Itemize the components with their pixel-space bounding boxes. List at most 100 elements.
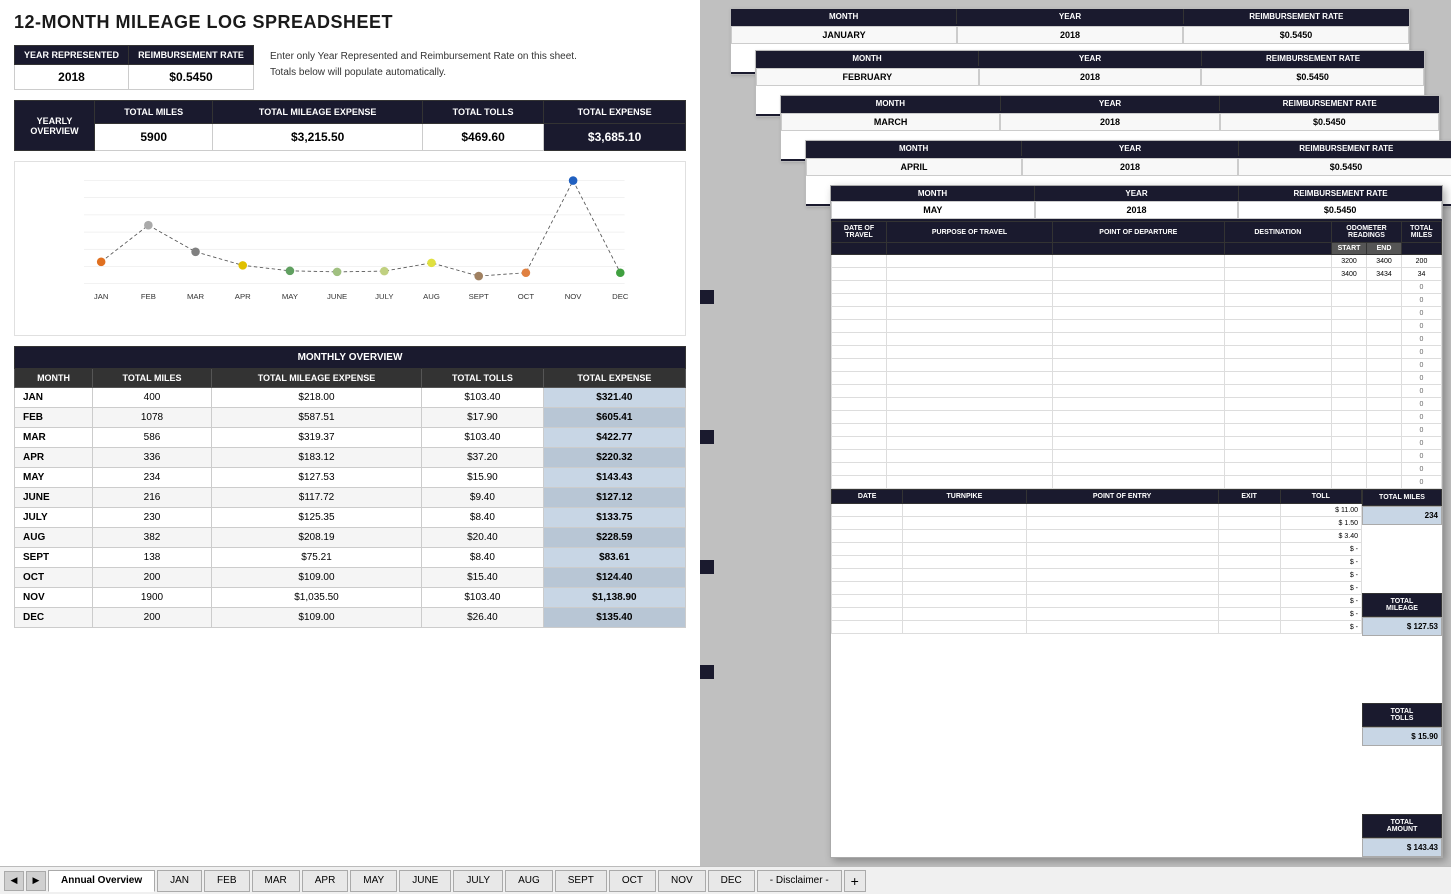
table-row: MAR 586 $319.37 $103.40 $422.77 — [15, 428, 686, 448]
rate-value[interactable]: $0.5450 — [128, 65, 253, 90]
total-miles-value: 5900 — [95, 124, 213, 151]
travel-row: 0 — [832, 307, 1442, 320]
travel-row: 3400 3434 34 — [832, 268, 1442, 281]
may-year-value: 2018 — [1035, 201, 1239, 219]
total-mileage-summary-label: TOTALMILEAGE — [1362, 593, 1442, 617]
travel-row: 0 — [832, 372, 1442, 385]
chart-point-apr — [238, 261, 247, 270]
toll-row: $ - — [832, 621, 1362, 634]
col-purpose: PURPOSE OF TRAVEL — [887, 222, 1053, 243]
chart-point-dec — [616, 268, 625, 277]
chart-area: JAN FEB MAR APR MAY JUNE JULY AUG SEPT O… — [14, 161, 686, 336]
tab-bar: ◀ ▶ Annual Overview JAN FEB MAR APR MAY … — [0, 866, 1451, 894]
may-header: MONTH YEAR REIMBURSEMENT RATE — [831, 186, 1442, 201]
travel-row: 0 — [832, 450, 1442, 463]
yearly-overview-table: YEARLYOVERVIEW TOTAL MILES TOTAL MILEAGE… — [14, 100, 686, 151]
yearly-overview-label: YEARLYOVERVIEW — [15, 101, 95, 151]
tab-add-button[interactable]: + — [844, 870, 866, 892]
col-month: MONTH — [15, 369, 93, 388]
table-row: JAN 400 $218.00 $103.40 $321.40 — [15, 388, 686, 408]
tab-nov[interactable]: NOV — [658, 870, 706, 892]
chart-point-sep — [474, 272, 483, 281]
tab-disclaimer[interactable]: - Disclaimer - — [757, 870, 842, 892]
may-month-label: MONTH — [831, 186, 1035, 201]
col-entry: POINT OF ENTRY — [1026, 490, 1218, 504]
chart-point-jun — [333, 268, 342, 277]
chart-point-jan — [97, 258, 106, 267]
tab-july[interactable]: JULY — [453, 870, 503, 892]
col-start: START — [1332, 243, 1367, 255]
travel-row: 0 — [832, 281, 1442, 294]
total-amount-summary-label: TOTALAMOUNT — [1362, 814, 1442, 838]
travel-row: 0 — [832, 398, 1442, 411]
chart-point-jul — [380, 267, 389, 276]
app-container: 12-MONTH MILEAGE LOG SPREADSHEET YEAR RE… — [0, 0, 1451, 894]
tab-aug[interactable]: AUG — [505, 870, 553, 892]
may-sheet: MONTH YEAR REIMBURSEMENT RATE MAY 2018 $… — [830, 185, 1443, 858]
total-tolls-value: $469.60 — [422, 124, 543, 151]
col-departure: POINT OF DEPARTURE — [1053, 222, 1225, 243]
table-row: APR 336 $183.12 $37.20 $220.32 — [15, 448, 686, 468]
tab-apr[interactable]: APR — [302, 870, 349, 892]
col-toll-amount: TOLL — [1280, 490, 1361, 504]
chart-label-sep: SEPT — [469, 292, 489, 301]
travel-row: 0 — [832, 333, 1442, 346]
col-exit: EXIT — [1218, 490, 1280, 504]
toll-row: $ - — [832, 556, 1362, 569]
toll-row: $ 11.00 — [832, 504, 1362, 517]
tab-feb[interactable]: FEB — [204, 870, 249, 892]
total-mileage-summary-value: $ 127.53 — [1362, 617, 1442, 636]
travel-row: 0 — [832, 385, 1442, 398]
chart-point-aug — [427, 259, 436, 268]
table-row: JUNE 216 $117.72 $9.40 $127.12 — [15, 488, 686, 508]
tab-mar[interactable]: MAR — [252, 870, 300, 892]
travel-row: 0 — [832, 294, 1442, 307]
table-row: SEPT 138 $75.21 $8.40 $83.61 — [15, 548, 686, 568]
scroll-indicator-3 — [700, 560, 714, 574]
table-row: DEC 200 $109.00 $26.40 $135.40 — [15, 608, 686, 628]
bottom-section: DATE TURNPIKE POINT OF ENTRY EXIT TOLL $… — [831, 489, 1442, 857]
chart-label-aug: AUG — [423, 292, 440, 301]
year-value[interactable]: 2018 — [15, 65, 129, 90]
tab-dec[interactable]: DEC — [708, 870, 755, 892]
scroll-indicator-1 — [700, 290, 714, 304]
toll-row: $ - — [832, 582, 1362, 595]
chart-point-may — [286, 267, 295, 276]
travel-row: 0 — [832, 437, 1442, 450]
may-rate-value: $0.5450 — [1238, 201, 1442, 219]
chart-label-may: MAY — [282, 292, 298, 301]
tab-sept[interactable]: SEPT — [555, 870, 607, 892]
travel-row: 0 — [832, 463, 1442, 476]
total-expense-value: $3,685.10 — [544, 124, 686, 151]
info-section: YEAR REPRESENTED REIMBURSEMENT RATE 2018… — [14, 45, 686, 90]
chart-label-feb: FEB — [141, 292, 156, 301]
total-miles-summary-label: TOTAL MILES — [1362, 489, 1442, 506]
chart-label-jan: JAN — [94, 292, 109, 301]
chart-label-jul: JULY — [375, 292, 393, 301]
year-rate-table: YEAR REPRESENTED REIMBURSEMENT RATE 2018… — [14, 45, 254, 90]
instructions: Enter only Year Represented and Reimburs… — [266, 45, 581, 90]
toll-row: $ - — [832, 543, 1362, 556]
tab-may[interactable]: MAY — [350, 870, 397, 892]
may-rate-label: REIMBURSEMENT RATE — [1239, 186, 1442, 201]
travel-row: 0 — [832, 359, 1442, 372]
may-month-value: MAY — [831, 201, 1035, 219]
year-represented-header: YEAR REPRESENTED — [15, 46, 129, 65]
total-tolls-summary-label: TOTALTOLLS — [1362, 703, 1442, 727]
tab-next-arrow[interactable]: ▶ — [26, 871, 46, 891]
total-amount-summary-value: $ 143.43 — [1362, 838, 1442, 857]
chart-svg: JAN FEB MAR APR MAY JUNE JULY AUG SEPT O… — [25, 172, 675, 305]
tab-prev-arrow[interactable]: ◀ — [4, 871, 24, 891]
travel-row: 0 — [832, 476, 1442, 489]
table-row: JULY 230 $125.35 $8.40 $133.75 — [15, 508, 686, 528]
toll-row: $ - — [832, 569, 1362, 582]
col-turnpike: TURNPIKE — [903, 490, 1026, 504]
tab-jan[interactable]: JAN — [157, 870, 202, 892]
toll-section: DATE TURNPIKE POINT OF ENTRY EXIT TOLL $… — [831, 489, 1362, 857]
chart-label-dec: DEC — [612, 292, 629, 301]
travel-row: 0 — [832, 411, 1442, 424]
tab-annual-overview[interactable]: Annual Overview — [48, 870, 155, 892]
table-row: OCT 200 $109.00 $15.40 $124.40 — [15, 568, 686, 588]
tab-june[interactable]: JUNE — [399, 870, 451, 892]
tab-oct[interactable]: OCT — [609, 870, 656, 892]
